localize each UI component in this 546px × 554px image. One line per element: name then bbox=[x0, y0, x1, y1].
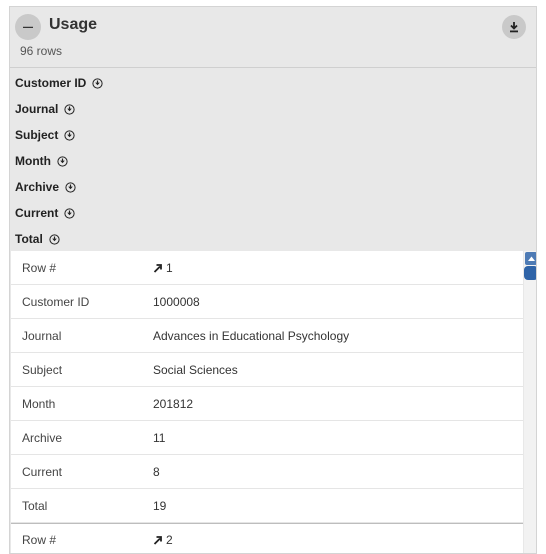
field-value: 1000008 bbox=[153, 294, 200, 309]
sort-item-customer-id[interactable]: Customer ID bbox=[15, 70, 103, 96]
sort-down-circle-icon[interactable] bbox=[64, 103, 75, 115]
download-button[interactable] bbox=[502, 15, 526, 39]
arrow-up-right-icon bbox=[153, 536, 162, 545]
field-value: 201812 bbox=[153, 396, 194, 411]
collapse-button[interactable]: – bbox=[15, 14, 41, 40]
usage-panel: – Usage 96 rows Customer ID Journal Subj… bbox=[9, 6, 537, 554]
field-label: Subject bbox=[22, 362, 63, 377]
field-label: Total bbox=[22, 498, 48, 513]
scroll-thumb[interactable] bbox=[524, 266, 536, 280]
record-row-number: Row # 2 bbox=[11, 523, 523, 553]
sort-down-circle-icon[interactable] bbox=[64, 129, 75, 141]
record-field-row: Month 201812 bbox=[11, 387, 523, 421]
field-value: 19 bbox=[153, 498, 167, 513]
vertical-scrollbar[interactable] bbox=[524, 251, 536, 553]
sort-item-archive[interactable]: Archive bbox=[15, 174, 76, 200]
sort-field-label: Current bbox=[15, 206, 59, 220]
field-label: Month bbox=[22, 396, 56, 411]
sort-down-circle-icon[interactable] bbox=[49, 233, 60, 245]
record-row-number: Row # 1 bbox=[11, 251, 523, 285]
sort-item-current[interactable]: Current bbox=[15, 200, 75, 226]
rows-count: 96 rows bbox=[20, 44, 63, 58]
sort-item-journal[interactable]: Journal bbox=[15, 96, 75, 122]
sort-field-label: Journal bbox=[15, 102, 59, 116]
sort-item-month[interactable]: Month bbox=[15, 148, 68, 174]
row-number: 1 bbox=[166, 260, 173, 275]
sort-down-circle-icon[interactable] bbox=[64, 207, 75, 219]
sort-item-total[interactable]: Total bbox=[15, 226, 60, 252]
field-value: 8 bbox=[153, 464, 160, 479]
panel-header: – Usage 96 rows bbox=[10, 7, 536, 68]
field-label: Current bbox=[22, 464, 63, 479]
arrow-up-right-icon bbox=[153, 263, 162, 273]
field-label: Customer ID bbox=[22, 294, 90, 309]
record-field-row: Total 19 bbox=[11, 489, 523, 523]
record-field-row: Customer ID 1000008 bbox=[11, 285, 523, 319]
record-field-row: Current 8 bbox=[11, 455, 523, 489]
caret-up-icon bbox=[527, 256, 535, 261]
field-value: 1 bbox=[153, 261, 173, 275]
sort-field-label: Month bbox=[15, 154, 51, 168]
sort-field-label: Subject bbox=[15, 128, 59, 142]
sort-field-label: Customer ID bbox=[15, 76, 87, 90]
scroll-up-button[interactable] bbox=[525, 252, 536, 265]
minus-icon: – bbox=[22, 16, 33, 36]
row-number: 2 bbox=[166, 533, 173, 547]
field-label: Row # bbox=[22, 260, 57, 275]
field-value: Advances in Educational Psychology bbox=[153, 328, 350, 343]
download-icon bbox=[510, 21, 518, 32]
sort-field-label: Archive bbox=[15, 180, 60, 194]
sort-field-list: Customer ID Journal Subject Month Archiv… bbox=[10, 69, 536, 251]
sort-field-label: Total bbox=[15, 232, 43, 246]
record-field-row: Journal Advances in Educational Psycholo… bbox=[11, 319, 523, 353]
field-label: Journal bbox=[22, 328, 62, 343]
record-list: Row # 1 Customer ID 1000008 Journal Adva… bbox=[11, 251, 523, 553]
field-label: Archive bbox=[22, 430, 63, 445]
record-field-row: Subject Social Sciences bbox=[11, 353, 523, 387]
panel-title: Usage bbox=[49, 16, 98, 33]
field-value: 2 bbox=[153, 533, 173, 547]
field-value: Social Sciences bbox=[153, 362, 238, 377]
sort-down-circle-icon[interactable] bbox=[92, 77, 103, 89]
field-value: 11 bbox=[153, 430, 166, 445]
sort-item-subject[interactable]: Subject bbox=[15, 122, 75, 148]
sort-down-circle-icon[interactable] bbox=[57, 155, 68, 167]
sort-down-circle-icon[interactable] bbox=[65, 181, 76, 193]
field-label: Row # bbox=[22, 533, 57, 547]
record-field-row: Archive 11 bbox=[11, 421, 523, 455]
